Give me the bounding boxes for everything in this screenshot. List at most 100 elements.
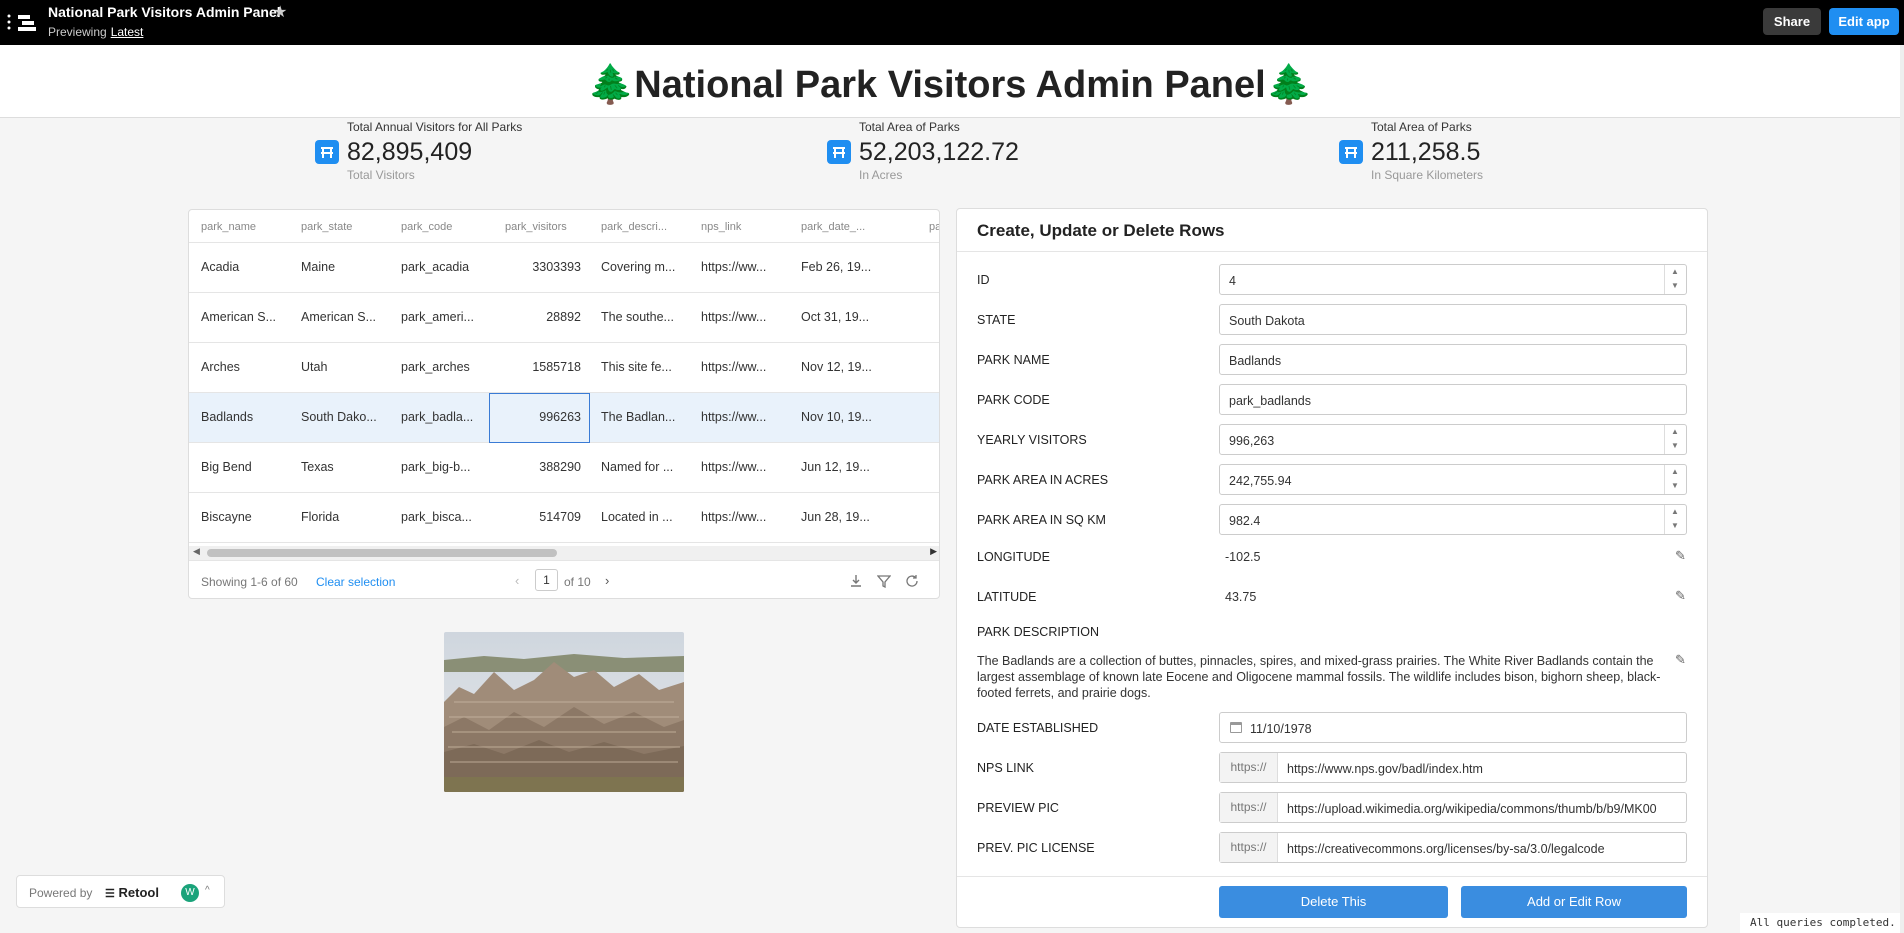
calendar-icon: [1229, 720, 1243, 739]
prev-page-icon[interactable]: ‹: [515, 573, 519, 588]
stat-total-visitors: Total Annual Visitors for All Parks 82,8…: [315, 120, 615, 182]
visitors-stepper[interactable]: ▲ ▼: [1664, 425, 1686, 454]
park-code-label: PARK CODE: [977, 393, 1050, 407]
bench-icon: [315, 140, 339, 164]
page-scrollbar[interactable]: [1900, 45, 1904, 933]
share-button[interactable]: Share: [1763, 8, 1821, 35]
acres-stepper[interactable]: ▲ ▼: [1664, 465, 1686, 494]
sqkm-stepper[interactable]: ▲ ▼: [1664, 505, 1686, 534]
edit-row-form: Create, Update or Delete Rows ID 4 ▲ ▼ ST…: [956, 208, 1708, 928]
powered-by-badge[interactable]: Powered by ☰ Retool W ^: [16, 875, 225, 908]
area-acres-field[interactable]: 242,755.94 ▲ ▼: [1219, 464, 1687, 495]
cell-park-code: park_badla...: [401, 410, 474, 424]
next-page-icon[interactable]: ›: [605, 573, 609, 588]
preview-pic-field[interactable]: https:// https://upload.wikimedia.org/wi…: [1219, 792, 1687, 823]
state-label: STATE: [977, 313, 1016, 327]
table-row[interactable]: American S... American S... park_ameri..…: [189, 293, 939, 343]
date-established-field[interactable]: 11/10/1978: [1219, 712, 1687, 743]
cell-park-description: Covering m...: [601, 260, 676, 274]
divider: [957, 876, 1707, 877]
scroll-left-arrow-icon[interactable]: ◀: [193, 546, 200, 557]
page-total-text: of 10: [564, 575, 591, 589]
column-header[interactable]: park_visitors: [505, 221, 567, 233]
scroll-right-arrow-icon[interactable]: ▶: [930, 546, 937, 557]
park-name-value: Badlands: [1229, 354, 1282, 368]
bench-icon: [827, 140, 851, 164]
download-icon[interactable]: [849, 574, 863, 588]
edit-description-pencil-icon[interactable]: ✎: [1675, 652, 1686, 668]
yearly-visitors-label: YEARLY VISITORS: [977, 433, 1087, 447]
table-row[interactable]: Biscayne Florida park_bisca... 514709 Lo…: [189, 493, 939, 543]
state-field[interactable]: South Dakota: [1219, 304, 1687, 335]
table-row[interactable]: Acadia Maine park_acadia 3303393 Coverin…: [189, 243, 939, 293]
column-header[interactable]: pa: [929, 221, 939, 233]
stat-value: 52,203,122.72: [859, 138, 1019, 166]
bench-icon: [1339, 140, 1363, 164]
cell-park-state: Texas: [301, 460, 334, 474]
date-established-label: DATE ESTABLISHED: [977, 721, 1099, 735]
cell-nps-link: https://ww...: [701, 460, 767, 474]
latitude-label: LATITUDE: [977, 590, 1037, 604]
column-header[interactable]: park_state: [301, 221, 352, 233]
scrollbar-thumb[interactable]: [207, 549, 557, 557]
preview-pic-value: https://upload.wikimedia.org/wikipedia/c…: [1287, 802, 1657, 816]
table-row[interactable]: Arches Utah park_arches 1585718 This sit…: [189, 343, 939, 393]
column-header[interactable]: park_descri...: [601, 221, 667, 233]
id-field[interactable]: 4 ▲ ▼: [1219, 264, 1687, 295]
area-acres-value: 242,755.94: [1229, 474, 1292, 488]
retool-logo: ☰ Retool: [105, 885, 159, 900]
refresh-icon[interactable]: [905, 574, 919, 588]
id-value: 4: [1229, 274, 1236, 288]
cell-park-date: Nov 10, 19...: [801, 410, 872, 424]
stat-label: Total Area of Parks: [1371, 120, 1472, 134]
url-prefix: https://: [1220, 753, 1278, 782]
filter-icon[interactable]: [876, 574, 892, 589]
avatar[interactable]: W: [181, 884, 199, 902]
column-header[interactable]: park_code: [401, 221, 452, 233]
url-prefix: https://: [1220, 833, 1278, 862]
selected-cell-outline: [489, 393, 590, 443]
powered-by-text: Powered by: [29, 886, 93, 900]
pic-license-field[interactable]: https:// https://creativecommons.org/lic…: [1219, 832, 1687, 863]
edit-longitude-pencil-icon[interactable]: ✎: [1675, 548, 1686, 564]
column-header[interactable]: nps_link: [701, 221, 741, 233]
delete-button[interactable]: Delete This: [1219, 886, 1448, 918]
stat-label: Total Annual Visitors for All Parks: [347, 120, 523, 134]
nps-link-field[interactable]: https:// https://www.nps.gov/badl/index.…: [1219, 752, 1687, 783]
yearly-visitors-field[interactable]: 996,263 ▲ ▼: [1219, 424, 1687, 455]
table-row[interactable]: Big Bend Texas park_big-b... 388290 Name…: [189, 443, 939, 493]
version-link[interactable]: Latest: [111, 25, 144, 39]
column-header[interactable]: park_name: [201, 221, 256, 233]
column-header[interactable]: park_date_...: [801, 221, 865, 233]
cell-park-date: Oct 31, 19...: [801, 310, 870, 324]
id-stepper[interactable]: ▲ ▼: [1664, 265, 1686, 294]
app-menu-icon[interactable]: [4, 12, 44, 34]
cell-park-name: Acadia: [201, 260, 240, 274]
table-row-selected[interactable]: Badlands South Dako... park_badla... 996…: [189, 393, 939, 443]
cell-park-code: park_big-b...: [401, 460, 471, 474]
divider: [957, 251, 1707, 252]
clear-selection-link[interactable]: Clear selection: [316, 575, 395, 589]
preview-status: Previewing Latest: [48, 25, 143, 39]
retool-brand: Retool: [118, 885, 159, 900]
cell-park-code: park_ameri...: [401, 310, 474, 324]
table-horizontal-scrollbar[interactable]: ◀ ▶: [189, 546, 939, 560]
add-or-edit-button[interactable]: Add or Edit Row: [1461, 886, 1687, 918]
area-sqkm-field[interactable]: 982.4 ▲ ▼: [1219, 504, 1687, 535]
stat-value: 211,258.5: [1371, 138, 1481, 166]
previewing-label: Previewing: [48, 25, 107, 39]
star-icon[interactable]: ★: [273, 2, 287, 22]
page-number-input[interactable]: 1: [535, 569, 558, 591]
chevron-up-icon[interactable]: ^: [205, 885, 210, 896]
stat-caption: In Square Kilometers: [1371, 168, 1484, 182]
date-established-value: 11/10/1978: [1250, 722, 1312, 736]
longitude-label: LONGITUDE: [977, 550, 1050, 564]
park-name-field[interactable]: Badlands: [1219, 344, 1687, 375]
table-footer: Showing 1-6 of 60 Clear selection ‹ 1 of…: [189, 560, 939, 598]
pic-license-label: PREV. PIC LICENSE: [977, 841, 1095, 855]
edit-latitude-pencil-icon[interactable]: ✎: [1675, 588, 1686, 604]
row-count-text: Showing 1-6 of 60: [201, 575, 298, 589]
edit-app-button[interactable]: Edit app: [1829, 8, 1899, 35]
cell-park-name: Big Bend: [201, 460, 252, 474]
park-code-field[interactable]: park_badlands: [1219, 384, 1687, 415]
